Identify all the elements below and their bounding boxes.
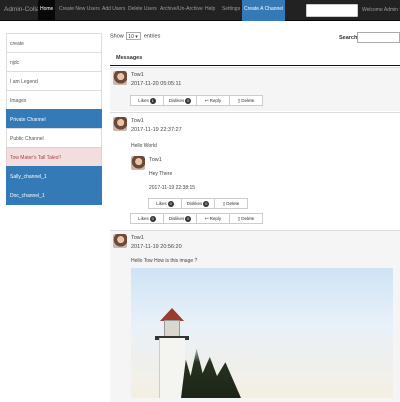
- search-input[interactable]: [357, 32, 400, 43]
- channel-sidebar: create njdc I am Legend Images Private C…: [6, 33, 102, 205]
- message-time: 2017-11-20 05:05:11: [131, 81, 182, 87]
- dislikes-button[interactable]: Dislikes 0: [163, 95, 197, 106]
- delete-label: Delete: [241, 98, 255, 103]
- message-author: Tow1: [131, 235, 144, 241]
- nav-create-channel[interactable]: Create A Channel: [242, 0, 286, 21]
- sidebar-item-njdc[interactable]: njdc: [6, 52, 102, 72]
- likes-button[interactable]: Likes 0: [148, 198, 182, 209]
- dislikes-label: Dislikes: [168, 98, 185, 103]
- reply-time: 2017-11-19 22:38:15: [149, 185, 196, 191]
- dislikes-count: 0: [185, 215, 192, 222]
- message-author: Tow1: [131, 72, 144, 78]
- trash-icon: ▯: [237, 97, 241, 103]
- reply-button[interactable]: ↩ Reply: [196, 213, 230, 224]
- entries-value: 10: [128, 34, 134, 40]
- nav-create-new-users[interactable]: Create New Users: [59, 6, 100, 12]
- sidebar-item-public-channel[interactable]: Public Channel: [6, 128, 102, 148]
- trash-icon: ▯: [222, 200, 226, 206]
- likes-label: Likes: [138, 98, 149, 103]
- trash-icon: ▯: [237, 215, 241, 221]
- delete-button[interactable]: ▯ Delete: [229, 213, 263, 224]
- likes-button[interactable]: Likes 0: [130, 213, 164, 224]
- avatar: [131, 156, 145, 170]
- sidebar-item-private-channel[interactable]: Private Channel: [6, 109, 102, 129]
- dislikes-button[interactable]: Dislikes 0: [181, 198, 215, 209]
- reply-text: Hey There: [149, 171, 173, 177]
- likes-label: Likes: [138, 216, 149, 221]
- nav-search-input[interactable]: [306, 4, 358, 17]
- sidebar-item-tow-mater[interactable]: Tow Mater's Tall Tales!!: [6, 147, 102, 167]
- sidebar-item-images[interactable]: Images: [6, 90, 102, 110]
- entries-label: entries: [143, 33, 161, 40]
- likes-label: Likes: [156, 201, 167, 206]
- delete-label: Delete: [226, 201, 240, 206]
- show-entries-control: Show 10 ▾ entries: [110, 32, 160, 40]
- message-time: 2017-11-19 22:37:27: [131, 127, 182, 133]
- delete-button[interactable]: ▯ Delete: [214, 198, 248, 209]
- message-actions: Likes 1 Dislikes 0 ↩ Reply ▯ Delete: [130, 95, 263, 106]
- likes-button[interactable]: Likes 1: [130, 95, 164, 106]
- sidebar-item-create[interactable]: create: [6, 33, 102, 53]
- user-menu[interactable]: Welcome Admin ▾: [362, 7, 400, 13]
- nav-add-users[interactable]: Add Users: [102, 6, 125, 12]
- dislikes-label: Dislikes: [168, 216, 185, 221]
- nav-home[interactable]: Home: [38, 0, 56, 21]
- user-menu-label: Welcome Admin: [362, 7, 399, 13]
- top-navbar: Admin-Collab Home Create New Users Add U…: [0, 0, 400, 21]
- likes-count: 0: [149, 215, 156, 222]
- messages-column-header[interactable]: Messages: [110, 52, 400, 66]
- show-label: Show: [110, 33, 124, 40]
- reply-label: Reply: [209, 98, 222, 103]
- sidebar-item-i-am-legend[interactable]: I am Legend: [6, 71, 102, 91]
- dislikes-count: 0: [203, 200, 210, 207]
- message-time: 2017-11-19 20:56:20: [131, 244, 182, 250]
- message-text: Hello Tow How is this image ?: [131, 258, 198, 264]
- dislikes-count: 0: [185, 97, 192, 104]
- message-author: Tow1: [131, 118, 144, 124]
- avatar: [113, 117, 127, 131]
- reply-label: Reply: [209, 216, 222, 221]
- likes-count: 1: [149, 97, 156, 104]
- nav-help[interactable]: Help: [205, 6, 215, 12]
- nav-settings[interactable]: Settings: [222, 6, 240, 12]
- nav-archive[interactable]: Archive/Un-Archive: [160, 6, 203, 12]
- entries-select[interactable]: 10 ▾: [126, 32, 142, 40]
- avatar: [113, 234, 127, 248]
- reply-icon: ↩: [204, 97, 209, 103]
- message-image[interactable]: [131, 268, 393, 398]
- sidebar-item-sally-channel[interactable]: Sally_channel_1: [6, 166, 102, 186]
- dislikes-label: Dislikes: [186, 201, 203, 206]
- message-row: Tow1 2017-11-19 20:56:20 Hello Tow How i…: [110, 230, 400, 402]
- lighthouse-tower: [159, 338, 185, 398]
- delete-button[interactable]: ▯ Delete: [229, 95, 263, 106]
- nav-delete-users[interactable]: Delete Users: [128, 6, 157, 12]
- message-actions: Likes 0 Dislikes 0 ↩ Reply ▯ Delete: [130, 213, 263, 224]
- trees: [181, 348, 241, 398]
- sidebar-item-doc-channel[interactable]: Doc_channel_1: [6, 185, 102, 205]
- reply-actions: Likes 0 Dislikes 0 ▯ Delete: [148, 198, 248, 209]
- reply-icon: ↩: [204, 215, 209, 221]
- message-text: Hello World: [131, 143, 157, 149]
- reply-button[interactable]: ↩ Reply: [196, 95, 230, 106]
- message-row: Tow1 2017-11-20 05:05:11 Likes 1 Dislikes…: [110, 67, 400, 111]
- dislikes-button[interactable]: Dislikes 0: [163, 213, 197, 224]
- likes-count: 0: [167, 200, 174, 207]
- message-row: Tow1 2017-11-19 22:37:27 Hello World Tow…: [110, 112, 400, 230]
- delete-label: Delete: [241, 216, 255, 221]
- avatar: [113, 71, 127, 85]
- reply-author: Tow1: [149, 157, 162, 163]
